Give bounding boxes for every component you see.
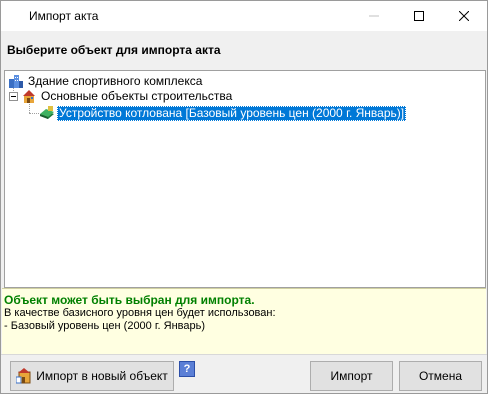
estimate-book-icon [39,105,55,121]
status-message: Объект может быть выбран для импорта. [4,293,255,307]
construction-objects-icon [21,88,37,104]
info-line: В качестве базисного уровня цен будет ис… [4,307,276,319]
import-button[interactable]: Импорт [310,361,393,391]
cancel-label: Отмена [418,369,463,383]
cancel-button[interactable]: Отмена [399,361,482,391]
tree-item-excavation[interactable]: Устройство котлована [Базовый уровень це… [39,105,407,121]
object-tree[interactable]: Здание спортивного комплекса Основные об… [4,70,486,288]
tree-connector [29,113,39,114]
tree-item-label: Устройство котлована [Базовый уровень це… [57,105,407,121]
import-label: Импорт [330,369,373,383]
collapse-toggle[interactable] [9,92,18,101]
tree-item-main-objects[interactable]: Основные объекты строительства [21,88,234,104]
close-button[interactable] [441,1,486,31]
minimize-button[interactable] [351,1,396,31]
window-title: Импорт акта [29,9,99,23]
import-new-object-button[interactable]: Импорт в новый объект [10,361,174,391]
tree-item-building[interactable]: Здание спортивного комплекса [8,73,204,89]
info-line: - Базовый уровень цен (2000 г. Январь) [4,320,205,332]
import-object-icon [15,368,32,384]
minimize-icon [368,15,379,17]
close-icon [458,11,469,21]
tree-item-label: Здание спортивного комплекса [28,73,203,88]
instruction-label: Выберите объект для импорта акта [7,43,221,57]
import-act-dialog: Импорт акта Выберите объект для импорта … [0,0,488,394]
help-button[interactable]: ? [179,361,195,377]
separator [1,354,487,355]
building-icon [8,73,24,89]
title-bar[interactable]: Импорт акта [1,1,487,31]
help-icon: ? [183,363,191,375]
tree-item-label: Основные объекты строительства [41,88,233,103]
maximize-icon [413,11,424,21]
maximize-button[interactable] [396,1,441,31]
info-panel: Объект может быть выбран для импорта. В … [2,288,486,355]
import-new-object-label: Импорт в новый объект [36,369,168,383]
